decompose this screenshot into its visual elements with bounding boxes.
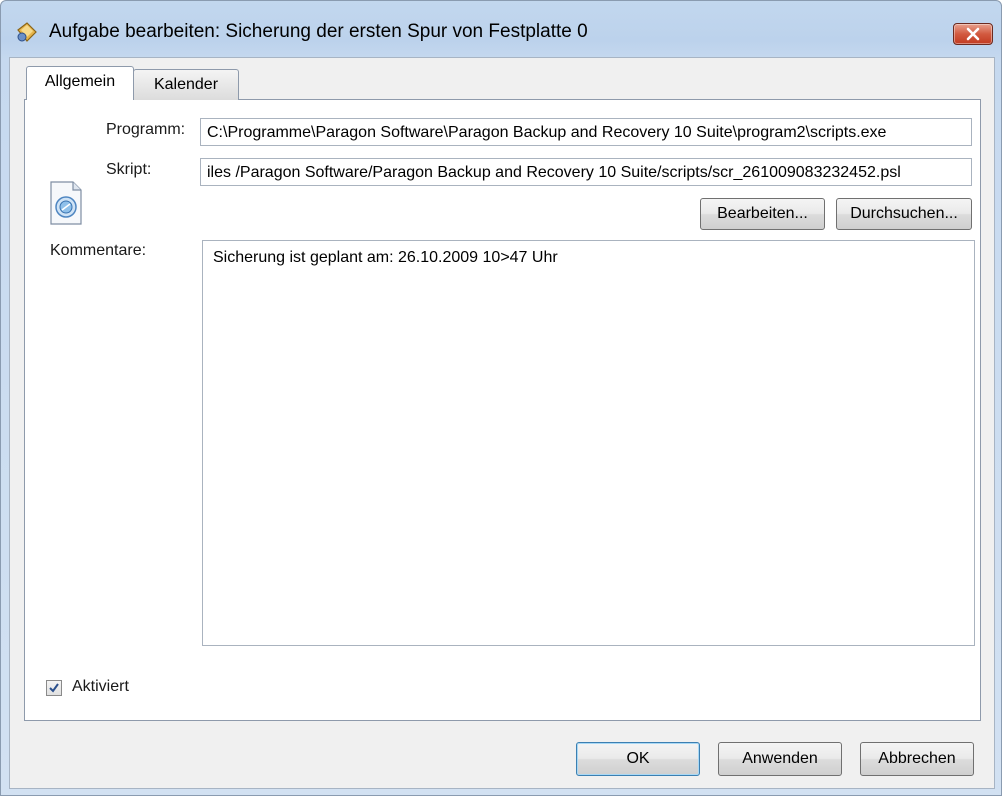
window-title: Aufgabe bearbeiten: Sicherung der ersten… [49, 21, 588, 42]
comments-text: Sicherung ist geplant am: 26.10.2009 10>… [213, 249, 558, 266]
tab-kalender[interactable]: Kalender [133, 69, 239, 100]
browse-button[interactable]: Durchsuchen... [836, 198, 972, 230]
program-label: Programm: [106, 121, 186, 138]
activated-label: Aktiviert [72, 678, 129, 695]
close-icon [966, 27, 980, 41]
apply-button[interactable]: Anwenden [718, 742, 842, 776]
comments-label: Kommentare: [50, 242, 147, 259]
program-field[interactable]: C:\Programme\Paragon Software\Paragon Ba… [200, 118, 972, 146]
activated-checkbox[interactable] [46, 680, 62, 696]
script-file-icon [47, 180, 85, 226]
ok-button[interactable]: OK [576, 742, 700, 776]
title-bar[interactable]: Aufgabe bearbeiten: Sicherung der ersten… [1, 1, 1001, 61]
close-button[interactable] [953, 23, 993, 45]
dialog-window: Aufgabe bearbeiten: Sicherung der ersten… [0, 0, 1002, 796]
script-label: Skript: [106, 161, 152, 178]
edit-button[interactable]: Bearbeiten... [700, 198, 825, 230]
checkmark-icon [49, 683, 59, 693]
cancel-button[interactable]: Abbrechen [860, 742, 974, 776]
task-edit-icon [15, 21, 39, 45]
dialog-client-area: Allgemein Kalender Programm: C:\Programm… [9, 57, 995, 789]
comments-textarea[interactable]: Sicherung ist geplant am: 26.10.2009 10>… [202, 240, 975, 646]
script-field[interactable]: iles /Paragon Software/Paragon Backup an… [200, 158, 972, 186]
tab-allgemein[interactable]: Allgemein [26, 66, 134, 100]
